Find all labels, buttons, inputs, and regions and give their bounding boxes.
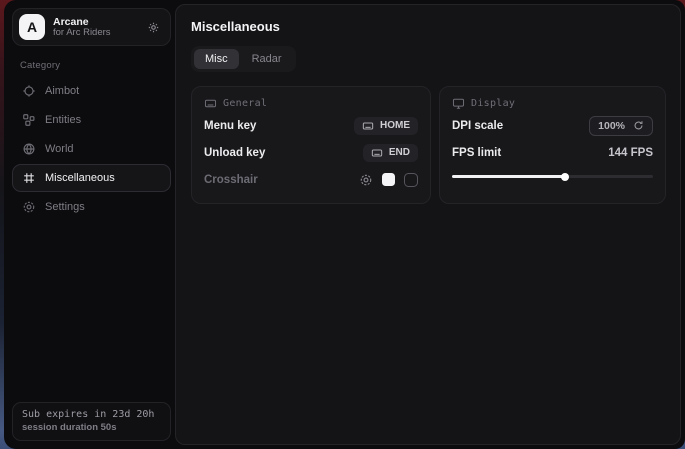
general-card: General Menu key HOME bbox=[191, 86, 431, 204]
dpi-scale-value: 100% bbox=[598, 120, 625, 132]
sidebar-item-label: World bbox=[45, 143, 74, 155]
crosshair-controls bbox=[359, 173, 418, 187]
sidebar-nav: Aimbot Entities bbox=[8, 77, 175, 221]
profile-text: Arcane for Arc Riders bbox=[53, 16, 139, 39]
profile-card[interactable]: A Arcane for Arc Riders bbox=[12, 8, 171, 46]
sidebar-item-world[interactable]: World bbox=[12, 135, 171, 163]
menu-key-label: Menu key bbox=[204, 120, 256, 132]
fps-limit-label: FPS limit bbox=[452, 147, 501, 159]
sidebar-item-settings[interactable]: Settings bbox=[12, 193, 171, 221]
sidebar: A Arcane for Arc Riders Category bbox=[4, 0, 175, 449]
main-panel: Miscellaneous Misc Radar General bbox=[175, 4, 681, 445]
slider-thumb[interactable] bbox=[561, 173, 569, 181]
keyboard-icon bbox=[371, 147, 383, 159]
fps-limit-value: 144 FPS bbox=[608, 147, 653, 159]
sidebar-item-label: Entities bbox=[45, 114, 81, 126]
keyboard-icon bbox=[362, 120, 374, 132]
menu-key-bind-button[interactable]: HOME bbox=[354, 117, 418, 135]
menu-key-row: Menu key HOME bbox=[204, 114, 418, 137]
app-title: Arcane bbox=[53, 16, 139, 28]
avatar: A bbox=[19, 14, 45, 40]
unload-key-row: Unload key END bbox=[204, 141, 418, 164]
keyboard-icon bbox=[204, 97, 217, 110]
sidebar-item-label: Settings bbox=[45, 201, 85, 213]
display-card: Display DPI scale 100% bbox=[439, 86, 666, 204]
crosshair-row: Crosshair bbox=[204, 168, 418, 191]
crosshair-settings-gear-icon[interactable] bbox=[359, 173, 373, 187]
unload-key-value: END bbox=[389, 147, 410, 158]
dpi-scale-row: DPI scale 100% bbox=[452, 114, 653, 137]
display-card-header: Display bbox=[452, 97, 653, 110]
gear-icon bbox=[22, 200, 36, 214]
sidebar-item-aimbot[interactable]: Aimbot bbox=[12, 77, 171, 105]
crosshair-label: Crosshair bbox=[204, 174, 258, 186]
fps-limit-row: FPS limit 144 FPS bbox=[452, 141, 653, 164]
general-card-header: General bbox=[204, 97, 418, 110]
unload-key-label: Unload key bbox=[204, 147, 265, 159]
sidebar-item-label: Miscellaneous bbox=[45, 172, 115, 184]
dpi-scale-stepper[interactable]: 100% bbox=[589, 116, 653, 136]
unload-key-bind-button[interactable]: END bbox=[363, 144, 418, 162]
crosshair-icon bbox=[22, 84, 36, 98]
display-card-title: Display bbox=[471, 98, 515, 109]
fps-limit-slider[interactable] bbox=[452, 169, 653, 183]
globe-icon bbox=[22, 142, 36, 156]
general-card-title: General bbox=[223, 98, 267, 109]
sidebar-item-miscellaneous[interactable]: Miscellaneous bbox=[12, 164, 171, 192]
sidebar-item-label: Aimbot bbox=[45, 85, 79, 97]
profile-gear-icon[interactable] bbox=[147, 21, 160, 34]
session-duration-text: session duration 50s bbox=[22, 422, 161, 433]
sub-expiry-text: Sub expires in 23d 20h bbox=[22, 409, 161, 420]
tab-misc[interactable]: Misc bbox=[194, 49, 239, 69]
cycle-icon bbox=[633, 120, 644, 131]
sidebar-item-entities[interactable]: Entities bbox=[12, 106, 171, 134]
tab-bar: Misc Radar bbox=[191, 46, 296, 72]
dpi-scale-label: DPI scale bbox=[452, 120, 503, 132]
fps-slider-fill bbox=[452, 175, 565, 178]
page-title: Miscellaneous bbox=[191, 19, 666, 34]
crosshair-checkbox[interactable] bbox=[404, 173, 418, 187]
grid-hash-icon bbox=[22, 171, 36, 185]
tab-radar[interactable]: Radar bbox=[241, 49, 293, 69]
category-label: Category bbox=[20, 60, 175, 71]
menu-key-value: HOME bbox=[380, 120, 410, 131]
entities-icon bbox=[22, 113, 36, 127]
cards-row: General Menu key HOME bbox=[191, 86, 666, 204]
monitor-icon bbox=[452, 97, 465, 110]
crosshair-color-swatch[interactable] bbox=[382, 173, 395, 186]
subscription-footer: Sub expires in 23d 20h session duration … bbox=[12, 402, 171, 441]
app-window: A Arcane for Arc Riders Category bbox=[4, 0, 685, 449]
app-subtitle: for Arc Riders bbox=[53, 28, 139, 39]
